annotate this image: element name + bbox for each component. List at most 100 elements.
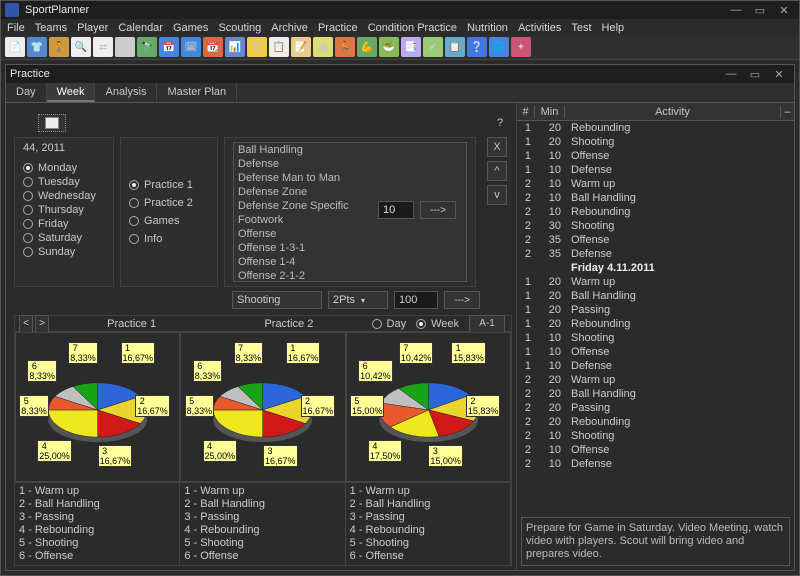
search-button[interactable]: 🔍 [71,37,91,57]
tab-week[interactable]: Week [47,83,96,102]
sub-minimize-button[interactable]: — [720,67,742,81]
chart-next-button[interactable]: > [35,315,49,333]
day-wednesday[interactable]: Wednesday [23,190,105,202]
table-row[interactable]: 120Ball Handling [517,289,794,303]
table-row[interactable]: 220Passing [517,401,794,415]
table-row[interactable]: 220Rebounding [517,415,794,429]
chart-a1-button[interactable]: A-1 [469,315,505,333]
shooting-combo-b[interactable]: 2Pts▾ [328,291,388,309]
ptype-practice-2[interactable]: Practice 2 [129,197,209,209]
table-row[interactable]: 110Offense [517,345,794,359]
menu-practice[interactable]: Practice [318,22,358,34]
table-row[interactable]: 110Defense [517,163,794,177]
activity-option[interactable]: Offense 1-3-1 [234,241,466,255]
activity-option[interactable]: Ball Handling [234,143,466,157]
about-button[interactable]: ✦ [511,37,531,57]
minimize-button[interactable]: — [725,3,747,17]
menu-calendar[interactable]: Calendar [118,22,163,34]
calendar-2-button[interactable]: 🗓 [181,37,201,57]
chart-button[interactable]: 📊 [225,37,245,57]
menu-condition-practice[interactable]: Condition Practice [368,22,457,34]
assign-button[interactable]: ---> [420,201,456,219]
menu-activities[interactable]: Activities [518,22,561,34]
table-row[interactable]: 210Warm up [517,177,794,191]
menu-help[interactable]: Help [602,22,625,34]
new-file-button[interactable]: 📄 [5,37,25,57]
nutrition-button[interactable]: 🥗 [379,37,399,57]
menu-file[interactable]: File [7,22,25,34]
day-tuesday[interactable]: Tuesday [23,176,105,188]
clipboard-button[interactable]: 📋 [445,37,465,57]
table-row[interactable]: 110Shooting [517,331,794,345]
table-row[interactable]: 210Rebounding [517,205,794,219]
date-picker[interactable] [38,114,66,132]
print-button[interactable]: 🖨 [115,37,135,57]
help-button[interactable]: ❔ [467,37,487,57]
activity-table-body[interactable]: 120Rebounding120Shooting110Offense110Def… [517,121,794,513]
ptype-games[interactable]: Games [129,215,209,227]
table-row[interactable]: 110Defense [517,359,794,373]
ptype-practice-1[interactable]: Practice 1 [129,179,209,191]
activity-option[interactable]: Defense Zone [234,185,466,199]
table-row[interactable]: 230Shooting [517,219,794,233]
calendar-3-button[interactable]: 📆 [203,37,223,57]
table-row[interactable]: 120Rebounding [517,317,794,331]
table-row[interactable]: 120Warm up [517,275,794,289]
shooting-value-input[interactable] [394,291,438,309]
activity-option[interactable]: Offense [234,227,466,241]
activity-option[interactable]: Offense 1-4 [234,255,466,269]
day-saturday[interactable]: Saturday [23,232,105,244]
table-row[interactable]: 210Offense [517,443,794,457]
plan-button[interactable]: 📋 [269,37,289,57]
chart-prev-button[interactable]: < [19,315,33,333]
table-row[interactable]: 120Passing [517,303,794,317]
table-row[interactable]: 220Ball Handling [517,387,794,401]
activity-option[interactable]: Defense [234,157,466,171]
side-btn-x[interactable]: X [487,137,507,157]
activity-option[interactable]: Offense 2-1-2 [234,269,466,282]
day-friday[interactable]: Friday [23,218,105,230]
table-row[interactable]: 210Ball Handling [517,191,794,205]
table-row[interactable]: 235Defense [517,247,794,261]
table-row[interactable]: 120Shooting [517,135,794,149]
table-row[interactable]: 235Offense [517,233,794,247]
side-btn-^[interactable]: ^ [487,161,507,181]
tab-day[interactable]: Day [6,83,47,102]
sub-close-button[interactable]: ✕ [768,67,790,81]
chart-scope-day[interactable]: Day [372,318,407,330]
tab-master-plan[interactable]: Master Plan [157,83,237,102]
shooting-assign-button[interactable]: ---> [444,291,480,309]
day-thursday[interactable]: Thursday [23,204,105,216]
help-icon[interactable]: ? [492,115,508,131]
player-button[interactable]: 🧍 [49,37,69,57]
grid-button[interactable]: ▦ [313,37,333,57]
day-monday[interactable]: Monday [23,162,105,174]
menu-teams[interactable]: Teams [35,22,67,34]
menu-scouting[interactable]: Scouting [218,22,261,34]
practice-button[interactable]: 🏃 [335,37,355,57]
menu-games[interactable]: Games [173,22,208,34]
maximize-button[interactable]: ▭ [749,3,771,17]
table-row[interactable]: 110Offense [517,149,794,163]
scout-button[interactable]: 🔭 [137,37,157,57]
day-sunday[interactable]: Sunday [23,246,105,258]
table-row[interactable]: 120Rebounding [517,121,794,135]
chart-scope-week[interactable]: Week [416,318,459,330]
table-row[interactable]: 210Defense [517,457,794,471]
cond-button[interactable]: 💪 [357,37,377,57]
swap-button[interactable]: ⇄ [93,37,113,57]
side-btn-v[interactable]: v [487,185,507,205]
calendar-1-button[interactable]: 📅 [159,37,179,57]
close-button[interactable]: ✕ [773,3,795,17]
note-button[interactable]: 📝 [291,37,311,57]
week-button[interactable]: 🗒 [247,37,267,57]
shooting-combo-a[interactable]: Shooting [232,291,322,309]
col-collapse-icon[interactable]: – [780,106,794,118]
activity-option[interactable]: Defense Man to Man [234,171,466,185]
menu-nutrition[interactable]: Nutrition [467,22,508,34]
globe-button[interactable]: 🌐 [489,37,509,57]
test-button[interactable]: ✔ [423,37,443,57]
activity-button[interactable]: 📑 [401,37,421,57]
menu-test[interactable]: Test [571,22,591,34]
table-row[interactable]: 220Warm up [517,373,794,387]
